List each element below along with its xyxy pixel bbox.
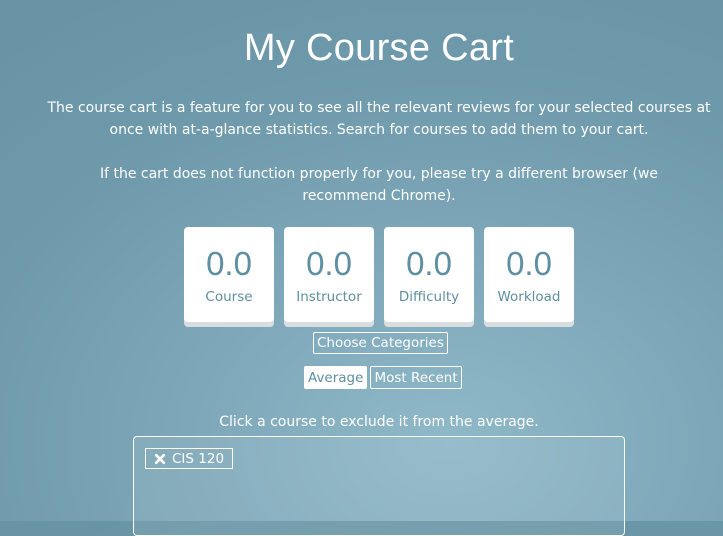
close-icon[interactable] <box>154 453 166 465</box>
stat-value: 0.0 <box>306 245 352 282</box>
stat-label: Instructor <box>296 289 362 305</box>
page-title: My Course Cart <box>243 27 515 69</box>
most-recent-button[interactable]: Most Recent <box>370 366 462 389</box>
stats-row: 0.0 Course 0.0 Instructor 0.0 Difficulty… <box>184 227 574 322</box>
cart-description: The course cart is a feature for you to … <box>47 100 711 138</box>
stat-card-instructor: 0.0 Instructor <box>284 227 374 322</box>
course-chip-cis-120[interactable]: CIS 120 <box>145 448 234 469</box>
cart-course-list: CIS 120 <box>133 436 625 536</box>
stat-value: 0.0 <box>406 245 452 282</box>
cart-hint: Click a course to exclude it from the av… <box>219 414 539 430</box>
stat-value: 0.0 <box>206 245 252 282</box>
course-code: CIS 120 <box>172 450 225 467</box>
stat-card-workload: 0.0 Workload <box>484 227 574 322</box>
browser-note: If the cart does not function properly f… <box>99 166 659 204</box>
average-mode-toggle: Average Most Recent <box>304 366 462 389</box>
course-cart-page: My Course Cart The course cart is a feat… <box>0 0 723 536</box>
stat-card-course: 0.0 Course <box>184 227 274 322</box>
average-button[interactable]: Average <box>304 366 368 389</box>
stat-label: Workload <box>497 289 561 305</box>
choose-categories-button[interactable]: Choose Categories <box>313 332 448 354</box>
stat-card-difficulty: 0.0 Difficulty <box>384 227 474 322</box>
stat-label: Difficulty <box>398 289 460 305</box>
stat-label: Course <box>205 289 253 305</box>
stat-value: 0.0 <box>506 245 552 282</box>
